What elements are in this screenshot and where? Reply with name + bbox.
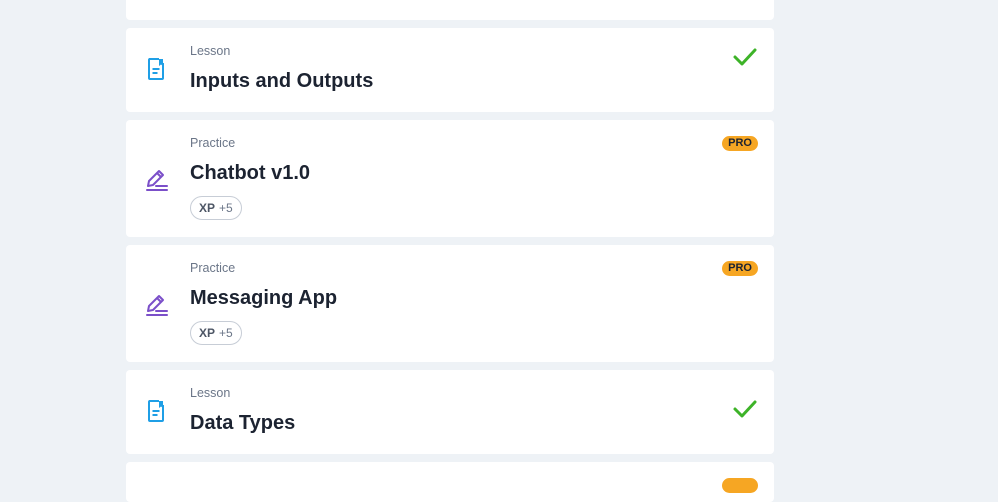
item-type-label: Practice <box>190 136 236 150</box>
item-title: Data Types <box>190 412 296 434</box>
item-type-label: Practice <box>190 261 236 275</box>
xp-value: +5 <box>219 201 233 215</box>
xp-label: XP <box>199 201 216 215</box>
xp-pill: XP +5 <box>190 196 242 220</box>
item-type-label: Lesson <box>190 44 231 58</box>
checkmark-icon <box>732 398 758 420</box>
list-item-practice[interactable]: Practice Chatbot v1.0 XP +5 PRO <box>126 120 774 237</box>
practice-pencil-icon <box>144 166 170 192</box>
pro-badge: PRO <box>722 136 758 151</box>
practice-pencil-icon <box>144 291 170 317</box>
xp-pill: XP +5 <box>190 321 242 345</box>
item-title: Inputs and Outputs <box>190 70 374 92</box>
pro-badge-partial <box>722 478 758 493</box>
xp-label: XP <box>199 326 216 340</box>
lesson-document-icon <box>144 56 170 82</box>
list-item-partial-top[interactable] <box>126 0 774 20</box>
pro-badge: PRO <box>722 261 758 276</box>
item-type-label: Lesson <box>190 386 231 400</box>
checkmark-icon <box>732 46 758 68</box>
item-title: Messaging App <box>190 287 338 309</box>
xp-value: +5 <box>219 326 233 340</box>
item-title: Chatbot v1.0 <box>190 162 311 184</box>
list-item-partial-bottom[interactable] <box>126 462 774 502</box>
list-item-lesson[interactable]: Lesson Data Types <box>126 370 774 454</box>
list-item-practice[interactable]: Practice Messaging App XP +5 PRO <box>126 245 774 362</box>
lesson-document-icon <box>144 398 170 424</box>
list-item-lesson[interactable]: Lesson Inputs and Outputs <box>126 28 774 112</box>
